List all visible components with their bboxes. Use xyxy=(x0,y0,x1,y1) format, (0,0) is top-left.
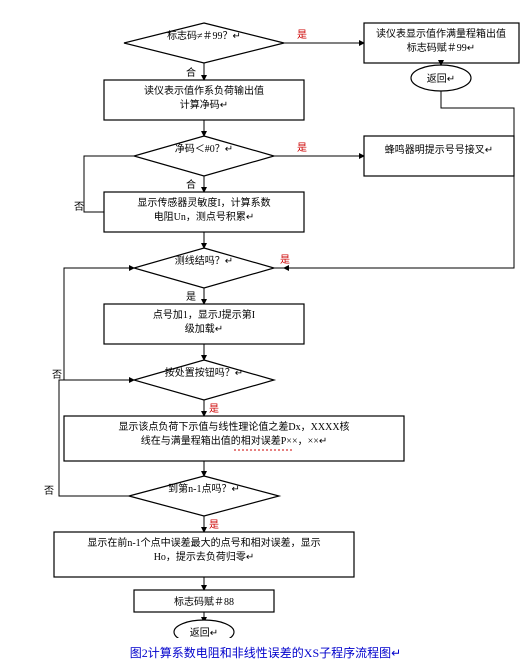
label-press-yes: 是 xyxy=(209,403,219,415)
chart-caption: 图2计算系数电阻和非线性误差的XS子程序流程图↵ xyxy=(4,644,527,661)
label-net-no: 合 xyxy=(186,178,196,191)
label-count-1: 点号加1，显示J提示第I xyxy=(153,308,255,321)
diamond-press xyxy=(134,360,274,400)
diamond-net xyxy=(134,136,274,176)
label-to-n1: 到第n-1点吗？↵ xyxy=(168,482,240,495)
flowchart-svg: 标志码≠＃99？↵ 合 是 读仪表示值作系负荷输出值 计算净码↵ 读仪表显示值作… xyxy=(4,8,527,638)
label-n1-yes: 是 xyxy=(209,519,219,531)
flowchart-container: 标志码≠＃99？↵ 合 是 读仪表示值作系负荷输出值 计算净码↵ 读仪表显示值作… xyxy=(0,0,531,671)
label-no1: 合 xyxy=(186,66,196,79)
label-read-left-2: 计算净码↵ xyxy=(180,98,228,111)
label-read-right-2: 标志码赋＃99↵ xyxy=(407,41,475,54)
diamond-flag99 xyxy=(124,23,284,63)
label-return-bottom: 返回↵ xyxy=(190,627,218,638)
label-flag88: 标志码赋＃88 xyxy=(174,595,234,608)
label-yes1: 是 xyxy=(297,29,307,41)
label-net-yes: 是 xyxy=(297,142,307,154)
label-read-right-1: 读仪表显示值作满量程箱出值 xyxy=(376,27,506,40)
label-final-1: 显示在前n-1个点中误差最大的点号和相对误差，显示 xyxy=(87,536,320,549)
label-net: 净码＜#0？↵ xyxy=(175,142,233,155)
label-press-no: 否 xyxy=(52,369,62,381)
label-test-no: 是 xyxy=(186,291,196,303)
label-n1-no: 否 xyxy=(44,485,54,497)
label-diff-2: 线在与满量程箱出值的相对误差P××，××↵ xyxy=(141,434,328,447)
label-display-left-2: 电阻Un，测点号积累↵ xyxy=(154,210,255,223)
rect-buzzer xyxy=(364,136,514,176)
diamond-to-n1 xyxy=(129,476,279,516)
label-flag99: 标志码≠＃99？↵ xyxy=(167,29,241,42)
label-test-yes: 是 xyxy=(280,254,290,266)
diamond-test xyxy=(134,248,274,288)
label-press: 按处置按钮吗？↵ xyxy=(165,366,243,379)
label-buzzer-1: 蜂鸣器明提示号号接叉↵ xyxy=(385,143,493,156)
label-count-2: 级加载↵ xyxy=(185,323,223,335)
label-test: 测线结吗？↵ xyxy=(175,254,233,267)
label-read-left-1: 读仪表示值作系负荷输出值 xyxy=(144,84,264,97)
label-final-2: Ho，提示去负荷归零↵ xyxy=(154,550,255,563)
label-display-left-1: 显示传感器灵敏度I，计算系数 xyxy=(137,196,270,209)
label-diff-1: 显示该点负荷下示值与线性理论值之差Dx，XXXX核 xyxy=(118,420,349,433)
label-loop-no: 否 xyxy=(74,201,84,213)
label-return-right: 返回↵ xyxy=(427,73,455,85)
